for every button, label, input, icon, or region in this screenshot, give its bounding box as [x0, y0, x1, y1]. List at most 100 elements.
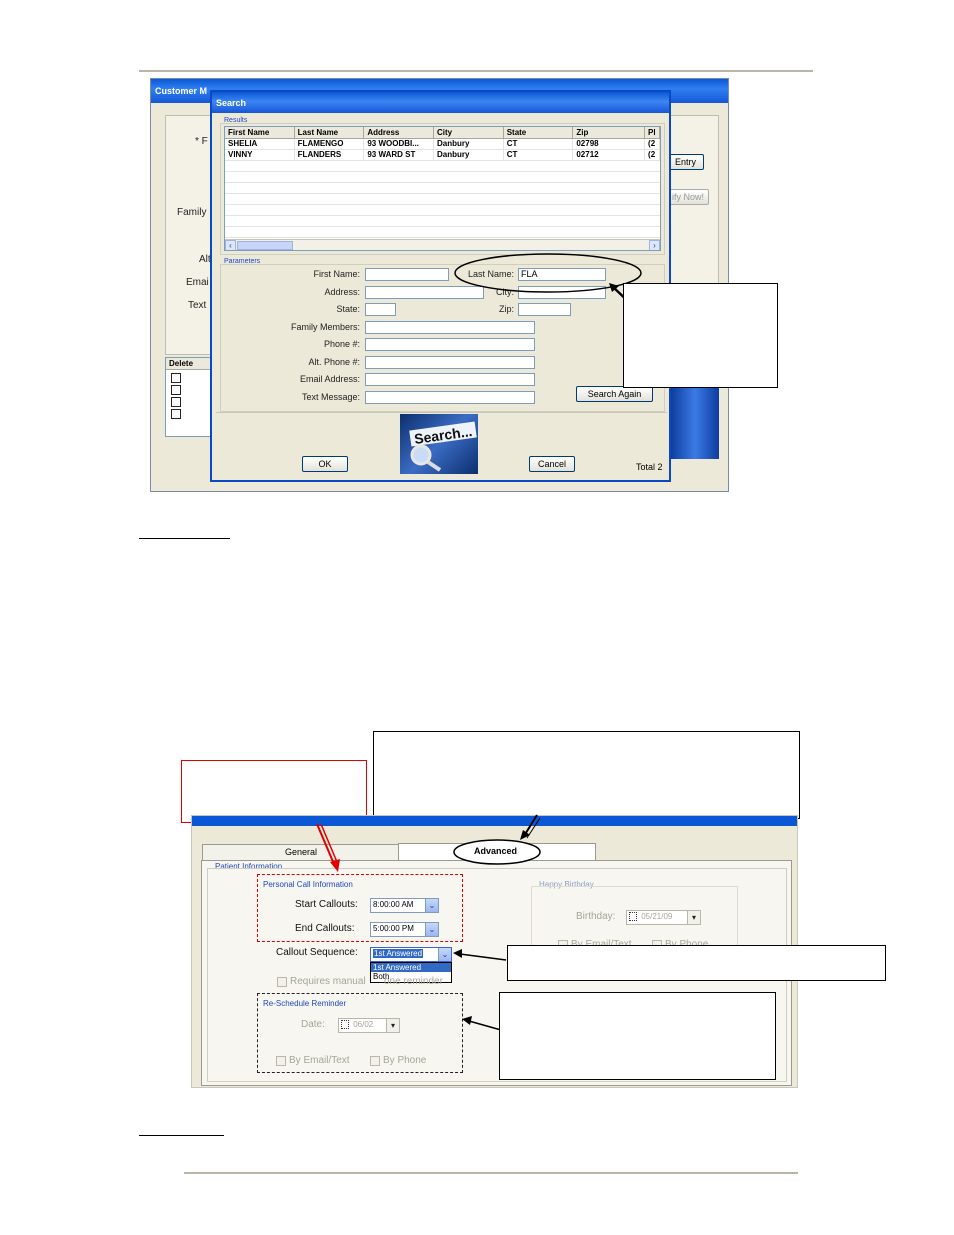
personal-call-highlight [257, 874, 463, 942]
requires-manual-checkbox[interactable] [277, 977, 287, 987]
cell: (2 [645, 139, 660, 149]
results-grid-header: First Name Last Name Address City State … [225, 127, 660, 139]
search-dialog-title: Search [212, 92, 669, 113]
bg-label-alt: Alt [199, 254, 211, 265]
empty-row [225, 194, 660, 205]
arrow-icon [520, 814, 541, 840]
birthday-value: 05/21/09 [641, 912, 673, 921]
cell: 02712 [573, 150, 646, 160]
bg-label-required: * F [195, 136, 208, 147]
bg-label-family: Family [177, 207, 207, 218]
col-header[interactable]: State [504, 127, 574, 138]
total-label: Total 2 [636, 462, 663, 472]
arrow-icon [462, 1016, 502, 1031]
birthday-label: Birthday: [576, 911, 616, 922]
state-input[interactable] [365, 303, 396, 316]
col-header[interactable]: Zip [573, 127, 646, 138]
window-titlebar-fragment [192, 816, 797, 826]
scroll-thumb[interactable] [237, 241, 293, 250]
tab-general[interactable]: General [202, 844, 400, 860]
chevron-down-icon[interactable]: ▾ [687, 911, 700, 924]
top-rule [139, 70, 813, 72]
empty-row [225, 172, 660, 183]
scroll-right-icon[interactable]: › [649, 240, 660, 250]
bg-label-text: Text [188, 300, 207, 311]
col-header[interactable]: First Name [225, 127, 295, 138]
magnifier-icon [410, 444, 442, 472]
empty-row [225, 227, 660, 238]
section-underline [139, 1135, 224, 1136]
advanced-tab-label: Advanced [474, 846, 518, 856]
callout-sequence-label: Callout Sequence: [276, 947, 358, 958]
callout-box [623, 283, 778, 388]
cell: 02798 [573, 139, 646, 149]
delete-checkbox[interactable] [171, 397, 181, 407]
cell: (2 [645, 150, 660, 160]
col-header[interactable]: Last Name [295, 127, 365, 138]
results-scrollbar[interactable]: ‹ › [225, 239, 660, 250]
entry-button[interactable]: Entry [667, 154, 704, 170]
col-header[interactable]: Pl [645, 127, 660, 138]
callout-box-top [373, 731, 800, 819]
section-underline [139, 538, 230, 539]
notify-now-button[interactable]: ify Now! [667, 189, 709, 205]
cell: SHELIA [225, 139, 295, 149]
col-header[interactable]: City [434, 127, 504, 138]
family-members-input[interactable] [365, 321, 535, 334]
text-message-label: Text Message: [301, 392, 360, 402]
empty-row [225, 183, 660, 194]
birthday-picker[interactable]: 05/21/09 ▾ [626, 910, 701, 925]
requires-manual-label: Requires manual [290, 976, 366, 987]
bg-label-email: Emai [186, 277, 209, 288]
zip-input[interactable] [518, 303, 571, 316]
callout-box-red [181, 760, 367, 823]
birthday-checkbox[interactable] [629, 912, 637, 922]
callout-box-reschedule [499, 992, 776, 1080]
first-name-label: First Name: [313, 269, 360, 279]
delete-checkbox[interactable] [171, 373, 181, 383]
callout-box-sequence [507, 945, 886, 981]
red-arrow-icon [316, 823, 340, 872]
empty-row [225, 161, 660, 172]
address-label: Address: [324, 287, 360, 297]
email-input[interactable] [365, 373, 535, 386]
results-grid[interactable]: First Name Last Name Address City State … [224, 126, 661, 251]
search-again-button[interactable]: Search Again [576, 386, 653, 402]
chevron-down-icon[interactable]: ⌄ [438, 948, 451, 961]
col-header[interactable]: Address [364, 127, 435, 138]
cancel-button[interactable]: Cancel [529, 456, 575, 472]
text-message-input[interactable] [365, 391, 535, 404]
table-row[interactable]: SHELIA FLAMENGO 93 WOODBI... Danbury CT … [225, 139, 660, 150]
zip-label: Zip: [498, 304, 514, 314]
callout-sequence-value: 1st Answered [373, 949, 424, 958]
phone-label: Phone #: [323, 339, 360, 349]
cell: Danbury [434, 139, 504, 149]
cell: FLANDERS [295, 150, 365, 160]
reschedule-highlight [257, 993, 463, 1073]
delete-checkbox[interactable] [171, 385, 181, 395]
cell: CT [504, 150, 574, 160]
email-label: Email Address: [299, 374, 360, 384]
cell: 93 WARD ST [364, 150, 435, 160]
cell: Danbury [434, 150, 504, 160]
scroll-left-icon[interactable]: ‹ [225, 240, 236, 250]
bottom-rule [184, 1172, 798, 1174]
dropdown-option[interactable]: 1st Answered [371, 963, 451, 972]
phone-input[interactable] [365, 338, 535, 351]
alt-phone-label: Alt. Phone #: [308, 357, 360, 367]
cell: VINNY [225, 150, 295, 160]
first-name-input[interactable] [365, 268, 449, 281]
state-label: State: [336, 304, 360, 314]
search-image: Search... [400, 414, 478, 474]
empty-row [225, 216, 660, 227]
delete-checkbox[interactable] [171, 409, 181, 419]
empty-row [225, 205, 660, 216]
table-row[interactable]: VINNY FLANDERS 93 WARD ST Danbury CT 027… [225, 150, 660, 161]
cell: 93 WOODBI... [364, 139, 435, 149]
alt-phone-input[interactable] [365, 356, 535, 369]
callout-sequence-select[interactable]: 1st Answered ⌄ [370, 947, 452, 962]
ok-button[interactable]: OK [302, 456, 348, 472]
cell: FLAMENGO [295, 139, 365, 149]
arrow-icon [453, 949, 507, 961]
requires-manual-label-tail: one reminder [384, 976, 443, 987]
